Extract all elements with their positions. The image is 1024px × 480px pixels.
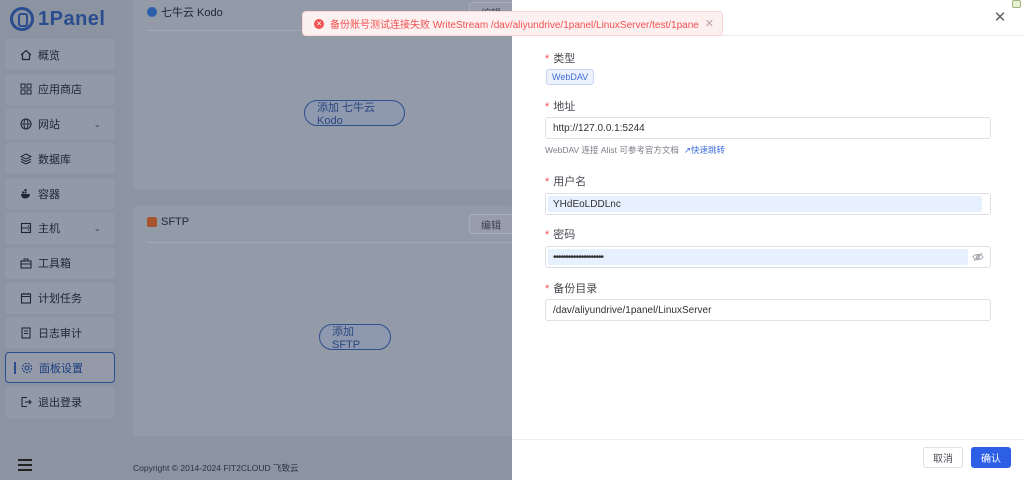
- server-icon: [20, 222, 32, 234]
- add-sftp-button[interactable]: 添加 SFTP: [319, 324, 391, 351]
- docker-icon: [20, 188, 32, 200]
- chevron-down-icon: ⌄: [93, 118, 101, 129]
- app-logo[interactable]: 1Panel: [10, 6, 105, 32]
- card-title: 七牛云 Kodo: [147, 4, 223, 20]
- extension-icon[interactable]: [1012, 0, 1021, 8]
- address-input[interactable]: http://127.0.0.1:5244: [545, 117, 991, 139]
- cancel-button[interactable]: 取消: [923, 447, 963, 468]
- sidebar-item-label: 退出登录: [38, 397, 82, 410]
- calendar-icon: [20, 292, 32, 304]
- type-label: * 类型: [545, 53, 576, 65]
- backup-dir-label: * 备份目录: [545, 283, 598, 295]
- log-icon: [20, 327, 32, 339]
- sidebar-item-label: 计划任务: [38, 293, 82, 306]
- sidebar-item-toolbox[interactable]: 工具箱: [5, 247, 115, 279]
- error-icon: ✕: [314, 18, 324, 29]
- home-icon: [20, 49, 32, 61]
- backup-account-drawer: ✕ * 类型 WebDAV * 地址 http://127.0.0.1:5244 W…: [512, 0, 1024, 480]
- layers-icon: [20, 153, 32, 165]
- globe-icon: [20, 118, 32, 130]
- sidebar-item-label: 容器: [38, 188, 60, 201]
- password-input[interactable]: ••••••••••••••••••••: [545, 246, 991, 268]
- sidebar-item-label: 概览: [38, 49, 60, 62]
- sftp-icon: [147, 217, 157, 227]
- copyright-text: Copyright © 2014-2024 FIT2CLOUD 飞致云: [133, 463, 299, 473]
- sftp-card: SFTP 编辑 添加 SFTP: [133, 206, 513, 436]
- sidebar-item-database[interactable]: 数据库: [5, 143, 115, 175]
- footer-divider: [512, 439, 1024, 440]
- divider: [147, 242, 513, 243]
- page-footer: Copyright © 2014-2024 FIT2CLOUD 飞致云: [120, 447, 512, 480]
- password-label: * 密码: [545, 229, 576, 241]
- close-icon[interactable]: ✕: [992, 9, 1008, 26]
- sidebar-item-label: 工具箱: [38, 258, 71, 271]
- username-input[interactable]: YHdEoLDDLnc: [545, 193, 991, 215]
- add-kodo-button[interactable]: 添加 七牛云 Kodo: [304, 100, 405, 127]
- sidebar-item-host[interactable]: 主机 ⌄: [5, 212, 115, 244]
- sidebar-item-label: 主机: [38, 223, 60, 236]
- toast-message: 备份账号测试连接失败 WriteStream /dav/aliyundrive/…: [330, 20, 699, 31]
- logo-icon: [10, 7, 34, 31]
- address-help: WebDAV 连接 Alist 可参考官方文档 ↗快速跳转: [545, 144, 725, 156]
- logo-text: 1Panel: [38, 7, 106, 30]
- sidebar-menu: 概览 应用商店 网站 ⌄ 数据库 容器 主机 ⌄ 工具箱 计划任务 日志审计 面…: [5, 39, 115, 422]
- sidebar-item-label: 面板设置: [39, 362, 83, 375]
- sidebar-item-panel-settings[interactable]: 面板设置: [5, 352, 115, 384]
- menu-collapse-icon[interactable]: [18, 459, 32, 471]
- sidebar-item-log-audit[interactable]: 日志审计: [5, 317, 115, 349]
- backup-dir-input[interactable]: /dav/aliyundrive/1panel/LinuxServer: [545, 299, 991, 321]
- quick-jump-link[interactable]: ↗快速跳转: [684, 144, 725, 156]
- sidebar-item-website[interactable]: 网站 ⌄: [5, 108, 115, 140]
- sidebar-item-overview[interactable]: 概览: [5, 39, 115, 70]
- close-icon[interactable]: ✕: [705, 17, 714, 30]
- sidebar-item-cronjob[interactable]: 计划任务: [5, 282, 115, 314]
- logout-icon: [20, 396, 32, 408]
- backup-accounts-background: 七牛云 Kodo 编辑 添加 七牛云 Kodo SFTP 编辑 添加 SFTP …: [120, 0, 513, 480]
- type-tag: WebDAV: [546, 69, 595, 85]
- toolbox-icon: [20, 257, 32, 269]
- grid-icon: [20, 83, 32, 95]
- sidebar-item-container[interactable]: 容器: [5, 178, 115, 210]
- sidebar-item-label: 网站: [38, 119, 60, 132]
- sidebar-item-app-store[interactable]: 应用商店: [5, 73, 115, 105]
- confirm-button[interactable]: 确认: [971, 447, 1011, 468]
- sidebar-item-logout[interactable]: 退出登录: [5, 386, 115, 418]
- address-label: * 地址: [545, 101, 576, 113]
- username-label: * 用户名: [545, 176, 587, 188]
- sidebar-item-label: 日志审计: [38, 327, 82, 340]
- chevron-down-icon: ⌄: [93, 222, 101, 233]
- sidebar-item-label: 数据库: [38, 153, 71, 166]
- eye-icon[interactable]: [972, 252, 984, 262]
- kodo-icon: [147, 7, 157, 17]
- sidebar: 1Panel 概览 应用商店 网站 ⌄ 数据库 容器 主机 ⌄ 工具箱 计划任务…: [0, 0, 120, 480]
- gear-icon: [21, 362, 33, 374]
- edit-button[interactable]: 编辑: [469, 214, 513, 234]
- card-title: SFTP: [147, 216, 189, 228]
- error-toast: ✕ 备份账号测试连接失败 WriteStream /dav/aliyundriv…: [302, 11, 723, 36]
- sidebar-item-label: 应用商店: [38, 84, 82, 97]
